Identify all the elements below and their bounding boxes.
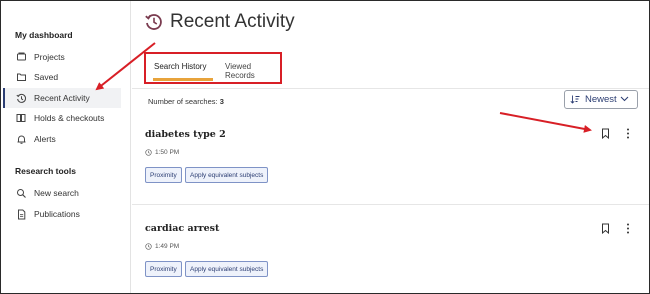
sidebar-item-projects[interactable]: Projects [3,47,121,67]
search-icon [15,187,27,199]
sidebar-item-label: Recent Activity [34,93,90,103]
search-time-2: 1:49 PM [145,243,179,250]
sidebar: My dashboard Projects Saved Recent Activ… [1,1,131,293]
sidebar-item-new-search[interactable]: New search [3,183,121,203]
search-title-2[interactable]: cardiac arrest [145,223,219,234]
bookmark-icon[interactable] [601,128,610,139]
projects-icon [15,51,27,63]
card-divider [132,204,649,205]
sort-icon [570,95,580,104]
chip-proximity: Proximity [145,167,182,183]
active-tab-indicator [153,78,213,81]
sidebar-item-label: Projects [34,52,65,62]
more-options-icon[interactable] [626,128,630,139]
bookmark-icon[interactable] [601,223,610,234]
chip-equivalent-subjects: Apply equivalent subjects [185,167,269,183]
tab-viewed-records[interactable]: Viewed Records [225,62,280,80]
more-options-icon[interactable] [626,223,630,234]
sidebar-section-research: Research tools [15,166,76,176]
chip-proximity: Proximity [145,261,182,277]
app-frame: My dashboard Projects Saved Recent Activ… [0,0,650,294]
sidebar-item-label: Publications [34,209,80,219]
search-time-text: 1:50 PM [155,149,180,156]
clock-icon [145,243,152,250]
sidebar-item-publications[interactable]: Publications [3,204,121,224]
search-time-text: 1:49 PM [155,243,180,250]
sort-label: Newest [585,94,617,105]
sidebar-item-recent-activity[interactable]: Recent Activity [3,88,121,108]
holds-icon [15,112,27,124]
tabs-highlight-box: Search History Viewed Records [144,52,282,84]
tab-divider [132,88,649,89]
sidebar-item-saved[interactable]: Saved [3,67,121,87]
sidebar-section-dashboard: My dashboard [15,30,73,40]
publications-icon [15,208,27,220]
tab-search-history[interactable]: Search History [154,62,206,71]
sidebar-item-label: New search [34,188,79,198]
page-title: Recent Activity [170,11,295,32]
search-title-1[interactable]: diabetes type 2 [145,129,226,140]
search-time-1: 1:50 PM [145,149,179,156]
chevron-down-icon [620,96,629,102]
sidebar-item-label: Alerts [34,134,56,144]
chip-equivalent-subjects: Apply equivalent subjects [185,261,269,277]
clock-icon [145,149,152,156]
search-count-label: Number of searches: [148,97,218,106]
sidebar-item-alerts[interactable]: Alerts [3,129,121,149]
bell-icon [15,133,27,145]
sidebar-item-label: Saved [34,72,59,82]
search-count-value: 3 [219,97,224,106]
sidebar-item-holds[interactable]: Holds & checkouts [3,108,121,128]
saved-icon [15,71,27,83]
main-content: Recent Activity Search History Viewed Re… [132,1,649,293]
history-icon [15,92,27,104]
recent-activity-icon [144,12,164,32]
sidebar-item-label: Holds & checkouts [34,113,105,123]
search-count: Number of searches: 3 [148,97,224,106]
sort-dropdown[interactable]: Newest [564,90,638,109]
